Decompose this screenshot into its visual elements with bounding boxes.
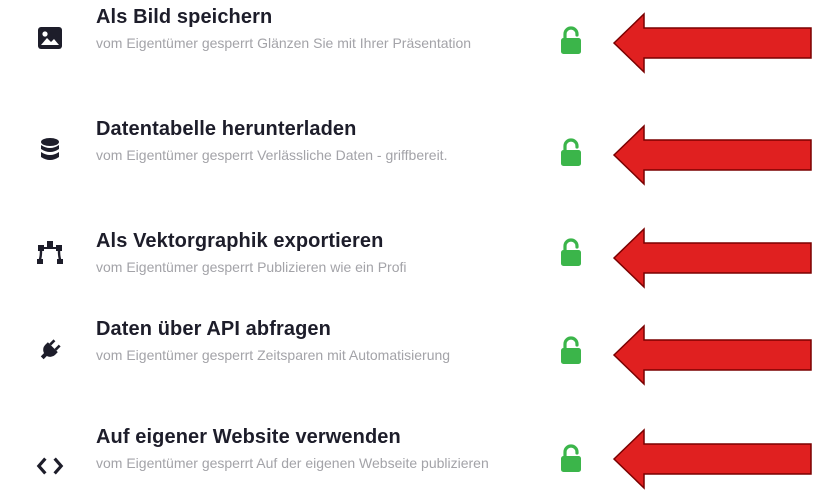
vector-icon xyxy=(36,238,64,266)
feature-list: Als Bild speichern vom Eigentümer gesper… xyxy=(0,0,825,490)
feature-row-export-vector[interactable]: Als Vektorgraphik exportieren vom Eigent… xyxy=(0,224,825,304)
code-icon xyxy=(36,452,64,480)
red-arrow-annotation xyxy=(612,428,814,490)
red-arrow-annotation xyxy=(612,12,814,74)
unlocked-lock-icon[interactable] xyxy=(560,238,584,268)
unlocked-lock-icon[interactable] xyxy=(560,138,584,168)
feature-row-embed-website[interactable]: Auf eigener Website verwenden vom Eigent… xyxy=(0,422,825,490)
feature-description: vom Eigentümer gesperrt Publizieren wie … xyxy=(96,259,407,275)
unlocked-lock-icon[interactable] xyxy=(560,444,584,474)
feature-title: Als Vektorgraphik exportieren xyxy=(96,230,384,252)
unlocked-lock-icon[interactable] xyxy=(560,26,584,56)
feature-row-download-table[interactable]: Datentabelle herunterladen vom Eigentüme… xyxy=(0,112,825,192)
feature-row-save-image[interactable]: Als Bild speichern vom Eigentümer gesper… xyxy=(0,0,825,80)
unlocked-lock-icon[interactable] xyxy=(560,336,584,366)
feature-title: Auf eigener Website verwenden xyxy=(96,426,401,448)
database-icon xyxy=(36,136,64,164)
feature-description: vom Eigentümer gesperrt Verlässliche Dat… xyxy=(96,147,448,163)
image-icon xyxy=(36,24,64,52)
feature-title: Datentabelle herunterladen xyxy=(96,118,357,140)
plug-icon xyxy=(36,336,64,364)
red-arrow-annotation xyxy=(612,227,814,289)
red-arrow-annotation xyxy=(612,124,814,186)
feature-title: Daten über API abfragen xyxy=(96,318,331,340)
feature-row-api[interactable]: Daten über API abfragen vom Eigentümer g… xyxy=(0,312,825,392)
feature-description: vom Eigentümer gesperrt Zeitsparen mit A… xyxy=(96,347,451,363)
feature-description: vom Eigentümer gesperrt Auf der eigenen … xyxy=(96,455,489,471)
feature-description: vom Eigentümer gesperrt Glänzen Sie mit … xyxy=(96,35,472,51)
feature-title: Als Bild speichern xyxy=(96,6,273,28)
red-arrow-annotation xyxy=(612,324,814,386)
